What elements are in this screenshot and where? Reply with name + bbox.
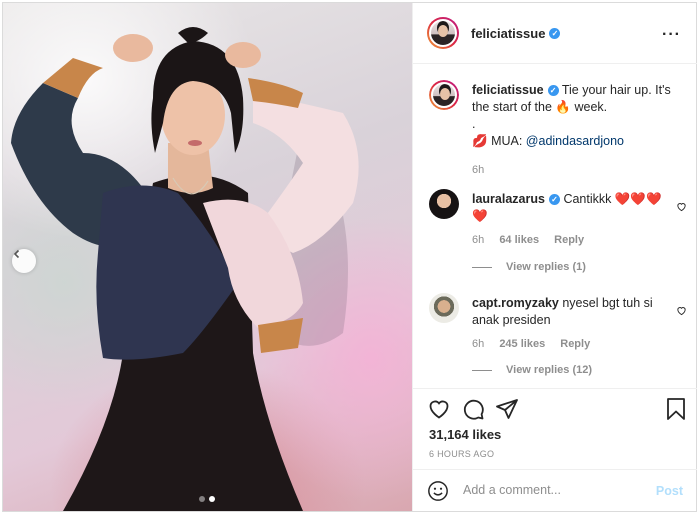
likes-count[interactable]: 31,164 likes (429, 427, 501, 442)
carousel-prev-button[interactable] (12, 249, 36, 273)
ellipsis-icon[interactable]: ··· (662, 26, 681, 44)
comment-reply-button[interactable]: Reply (554, 234, 584, 246)
fire-emoji: 🔥 (555, 100, 571, 114)
heart-icon[interactable] (427, 397, 451, 421)
verified-badge-icon: ✓ (547, 85, 559, 96)
comment-time: 6h (472, 338, 485, 350)
bookmark-icon[interactable] (665, 397, 687, 421)
chevron-left-icon (13, 249, 20, 259)
carousel-dot-active (209, 496, 215, 502)
view-replies-label: View replies (1) (506, 261, 586, 273)
author-avatar[interactable] (427, 17, 459, 49)
emoji-icon[interactable] (427, 480, 449, 502)
commenter-avatar[interactable] (429, 293, 459, 323)
mua-mention-link[interactable]: @adindasardjono (526, 134, 624, 148)
comment-likes[interactable]: 64 likes (499, 234, 539, 246)
like-comment-icon[interactable] (676, 305, 687, 316)
post-photo[interactable] (3, 3, 412, 511)
verified-badge-icon: ✓ (549, 27, 561, 39)
caption-username[interactable]: feliciatissue (472, 83, 544, 97)
comments-scroll[interactable]: feliciatissue ✓ Tie your hair up. It's th… (413, 64, 697, 388)
view-replies-button[interactable]: View replies (12) (472, 364, 592, 376)
carousel-dot (199, 496, 205, 502)
caption-avatar[interactable] (429, 80, 459, 110)
lips-emoji: 💋 (472, 134, 488, 148)
comment-reply-button[interactable]: Reply (560, 338, 590, 350)
photo-illustration (11, 27, 359, 511)
comment-input[interactable] (461, 482, 645, 498)
post-sidebar: feliciatissue ✓ ··· feliciatissue ✓ Tie y… (412, 3, 697, 511)
comment-composer: Post (413, 469, 697, 512)
comment-icon[interactable] (461, 397, 485, 421)
post-header: feliciatissue ✓ ··· (413, 3, 697, 64)
caption-dot: . (472, 117, 476, 131)
caption-text-end: week. (574, 100, 608, 114)
caption-time: 6h (472, 164, 485, 176)
carousel-indicator (199, 496, 215, 502)
view-replies-label: View replies (12) (506, 364, 593, 376)
author-username[interactable]: feliciatissue (471, 26, 545, 41)
post-comment-button[interactable]: Post (656, 484, 683, 498)
view-replies-button[interactable]: View replies (1) (472, 261, 586, 273)
comment-likes[interactable]: 245 likes (499, 338, 545, 350)
like-comment-icon[interactable] (676, 201, 687, 212)
mua-label: MUA: (491, 134, 523, 148)
comment-username[interactable]: lauralazarus (472, 192, 545, 206)
commenter-avatar[interactable] (429, 189, 459, 219)
comment-time: 6h (472, 234, 485, 246)
post-modal: feliciatissue ✓ ··· feliciatissue ✓ Tie y… (2, 2, 697, 512)
verified-badge-icon: ✓ (548, 194, 560, 205)
share-icon[interactable] (495, 397, 519, 421)
comment-username[interactable]: capt.romyzaky (472, 296, 559, 310)
post-timestamp: 6 HOURS AGO (429, 449, 495, 459)
